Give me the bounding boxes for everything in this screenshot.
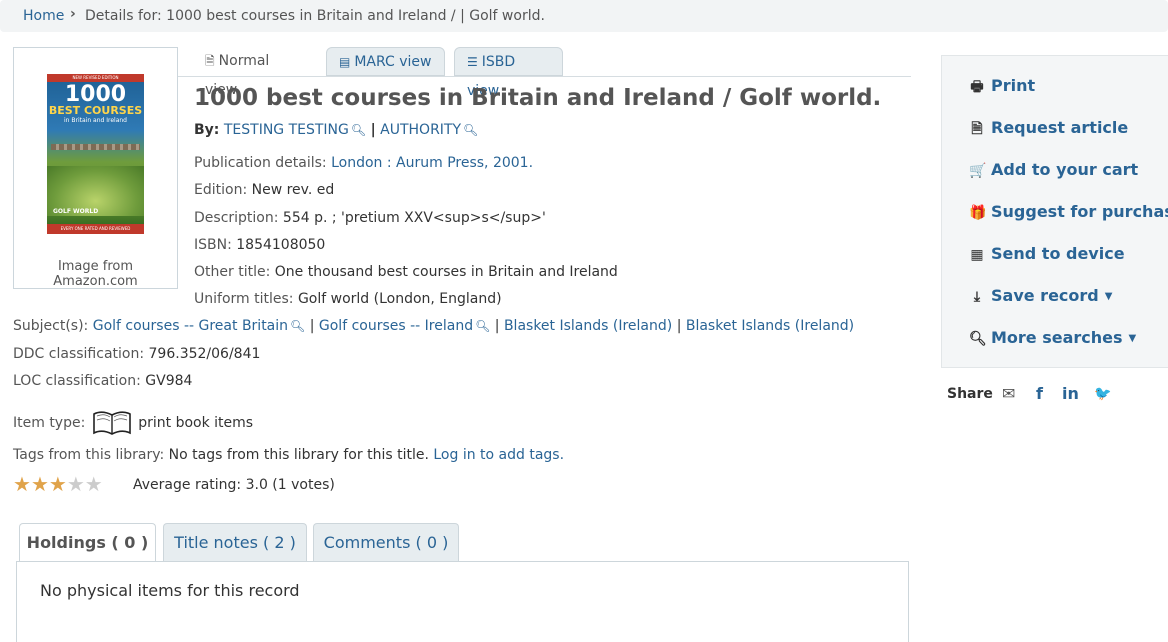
breadcrumb-home-link[interactable]: Home [23, 8, 64, 24]
download-icon: ⤓ [973, 289, 981, 305]
qrcode-icon: ▦ [970, 247, 984, 263]
average-rating-text: Average rating: 3.0 (1 votes) [133, 477, 335, 493]
publication-link[interactable]: London : Aurum Press, 2001. [331, 155, 533, 171]
subject-link[interactable]: Golf courses -- Ireland [319, 318, 473, 334]
tab-holdings[interactable]: Holdings ( 0 ) [19, 523, 156, 563]
record-actions: 🖶 Print 🗎 Request article 🛒 Add to your car… [941, 55, 1168, 368]
subjects-row: Subject(s): Golf courses -- Great Britai… [13, 318, 855, 334]
breadcrumb-separator-icon: › [70, 6, 76, 22]
subject-link[interactable]: Blasket Islands (Ireland) [686, 318, 854, 334]
description-row: Description: 554 p. ; 'pretium XXV<sup>s… [194, 210, 546, 226]
gift-icon: 🎁 [969, 205, 987, 221]
cover-image-box: NEW REVISED EDITION 1000 BEST COURSES in… [13, 47, 178, 289]
search-icon[interactable]: 🔍︎ [475, 319, 490, 333]
uniform-title-row: Uniform titles: Golf world (London, Engl… [194, 291, 502, 307]
search-icon[interactable]: 🔍︎ [290, 319, 305, 333]
item-type-row: Item type: print book items [13, 410, 253, 436]
star-icon[interactable]: ★ [67, 472, 85, 496]
caret-down-icon: ▼ [1128, 333, 1137, 344]
other-title-row: Other title: One thousand best courses i… [194, 264, 618, 280]
add-to-cart-button[interactable]: 🛒 Add to your cart [969, 160, 1138, 179]
breadcrumb-current: Details for: 1000 best courses in Britai… [85, 8, 545, 24]
publication-row: Publication details: London : Aurum Pres… [194, 155, 534, 171]
tab-normal-view[interactable]: 🗎 Normal view [193, 47, 316, 98]
star-rating[interactable]: ★★★★★ [13, 474, 103, 494]
tab-comments[interactable]: Comments ( 0 ) [313, 523, 459, 562]
print-icon: 🖶 [970, 79, 984, 95]
isbn-row: ISBN: 1854108050 [194, 237, 326, 253]
tab-marc-view[interactable]: ▤ MARC view [326, 47, 445, 76]
list-icon: ☰ [467, 55, 478, 69]
holdings-panel: No physical items for this record [16, 561, 909, 642]
star-icon[interactable]: ★ [31, 472, 49, 496]
subject-link[interactable]: Blasket Islands (Ireland) [504, 318, 672, 334]
list-alt-icon: ▤ [339, 55, 351, 69]
star-icon[interactable]: ★ [85, 472, 103, 496]
search-icon[interactable]: 🔍︎ [351, 123, 366, 137]
facebook-icon[interactable]: f [1036, 384, 1043, 403]
linkedin-icon[interactable]: in [1062, 384, 1079, 403]
caret-down-icon: ▼ [1104, 291, 1113, 302]
edition-row: Edition: New rev. ed [194, 182, 335, 198]
document-icon: 🗎 [205, 54, 215, 68]
cover-caption: Image from Amazon.com [53, 259, 138, 289]
print-button[interactable]: 🖶 Print [969, 76, 1035, 100]
send-to-device-button[interactable]: ▦ Send to device [969, 244, 1124, 263]
star-icon[interactable]: ★ [49, 472, 67, 496]
record-title: 1000 best courses in Britain and Ireland… [194, 85, 882, 111]
request-article-button[interactable]: 🗎 Request article [969, 118, 1128, 142]
search-icon[interactable]: 🔍︎ [463, 123, 478, 137]
more-searches-dropdown[interactable]: 🔍︎ More searches ▼ [969, 328, 1136, 347]
subject-link[interactable]: Golf courses -- Great Britain [93, 318, 288, 334]
tab-title-notes[interactable]: Title notes ( 2 ) [163, 523, 307, 562]
cart-icon: 🛒 [969, 163, 987, 179]
ddc-row: DDC classification: 796.352/06/841 [13, 346, 261, 362]
login-to-add-tags-link[interactable]: Log in to add tags. [433, 447, 564, 463]
tab-isbd-view[interactable]: ☰ ISBD view [454, 47, 563, 99]
author-row: By: TESTING TESTING 🔍︎ | AUTHORITY 🔍︎ [194, 122, 479, 138]
book-cover-image[interactable]: NEW REVISED EDITION 1000 BEST COURSES in… [47, 74, 144, 234]
tags-row: Tags from this library: No tags from thi… [13, 447, 565, 463]
twitter-icon[interactable]: 🐦 [1094, 386, 1111, 402]
search-icon: 🔍︎ [969, 331, 987, 347]
share-label: Share [947, 386, 993, 402]
breadcrumb: Home › Details for: 1000 best courses in… [0, 0, 1168, 32]
holdings-message: No physical items for this record [40, 581, 300, 600]
suggest-purchase-button[interactable]: 🎁 Suggest for purchase [969, 202, 1168, 221]
author-link-authority[interactable]: AUTHORITY [380, 122, 461, 138]
file-icon: 🗎 [971, 121, 983, 137]
loc-row: LOC classification: GV984 [13, 373, 193, 389]
save-record-dropdown[interactable]: ⤓ Save record ▼ [969, 286, 1113, 305]
open-book-icon [92, 411, 131, 435]
star-icon[interactable]: ★ [13, 472, 31, 496]
author-link-testing[interactable]: TESTING TESTING [224, 122, 349, 138]
email-icon[interactable]: ✉ [1002, 384, 1015, 403]
